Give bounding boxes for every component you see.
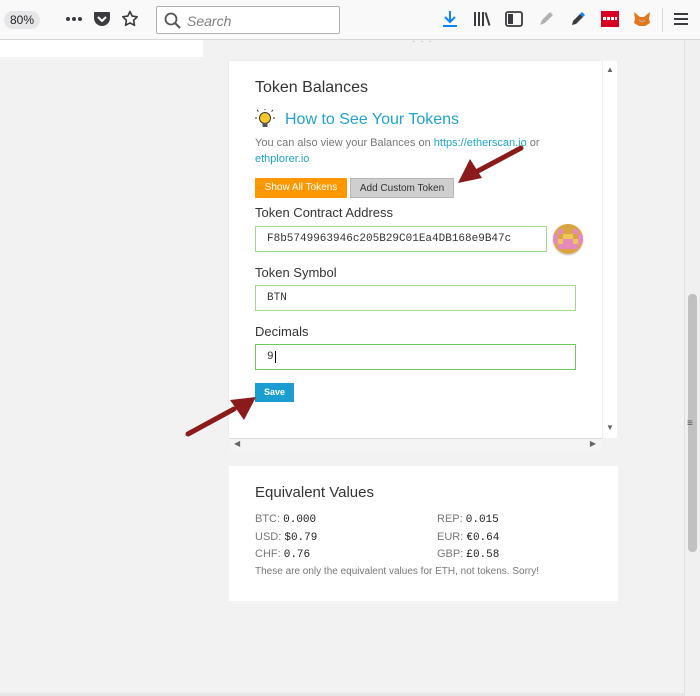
eur-value: EUR: €0.64	[437, 531, 499, 544]
equivalent-values-note: These are only the equivalent values for…	[255, 566, 540, 577]
hamburger-menu-icon[interactable]	[670, 8, 692, 30]
toolbar-separator	[662, 8, 663, 32]
scrollbar-grip-icon: ≡	[687, 418, 693, 429]
search-placeholder: Search	[187, 13, 232, 29]
rep-amount: 0.015	[465, 514, 499, 526]
info-prefix: You can also view your Balances on	[255, 137, 434, 149]
equivalent-values-title: Equivalent Values	[255, 484, 374, 501]
eyedropper-icon[interactable]	[567, 8, 589, 30]
token-symbol-label: Token Symbol	[255, 265, 337, 280]
usd-label: USD:	[255, 531, 282, 543]
token-balances-card: Token Balances How to See Your Tokens Yo…	[229, 61, 602, 438]
info-or: or	[526, 137, 540, 149]
scroll-down-arrow-icon[interactable]: ▼	[606, 423, 614, 432]
left-card-fragment	[0, 40, 203, 57]
show-all-tokens-button[interactable]: Show All Tokens	[255, 178, 347, 198]
text-cursor	[274, 351, 276, 363]
rep-label: REP:	[437, 513, 463, 525]
etherscan-link[interactable]: https://etherscan.io	[434, 137, 527, 149]
zoom-level-badge[interactable]: 80%	[4, 11, 41, 29]
chf-amount: 0.76	[283, 549, 311, 561]
page-vertical-scrollbar[interactable]: ≡	[684, 40, 700, 696]
decorative-dots: · · ·	[412, 40, 433, 47]
rep-value: REP: 0.015	[437, 513, 499, 526]
chf-label: CHF:	[255, 548, 281, 560]
equivalent-values-card: Equivalent Values BTC: 0.000 REP: 0.015 …	[229, 466, 618, 601]
decimals-input[interactable]: 9	[255, 344, 576, 370]
gbp-label: GBP:	[437, 548, 464, 560]
card-horizontal-scrollbar[interactable]: ◀ ▶	[229, 438, 602, 451]
scroll-right-arrow-icon[interactable]: ▶	[590, 439, 596, 448]
eur-amount: €0.64	[466, 532, 500, 544]
btc-label: BTC:	[255, 513, 281, 525]
browser-toolbar: 80% Search	[0, 0, 700, 40]
save-button[interactable]: Save	[255, 383, 294, 402]
more-icon[interactable]	[63, 8, 85, 30]
usd-amount: $0.79	[284, 532, 318, 544]
eur-label: EUR:	[437, 531, 464, 543]
pocket-icon[interactable]	[91, 8, 113, 30]
gbp-value: GBP: £0.58	[437, 548, 499, 561]
add-custom-token-button[interactable]: Add Custom Token	[350, 178, 454, 198]
contract-address-input[interactable]: F8b5749963946c205B29C01Ea4DB168e9B47c	[255, 226, 547, 252]
gbp-amount: £0.58	[466, 549, 500, 561]
library-icon[interactable]	[471, 8, 493, 30]
lightbulb-icon	[255, 109, 275, 127]
token-balances-title: Token Balances	[255, 79, 368, 96]
usd-value: USD: $0.79	[255, 531, 317, 544]
token-symbol-input[interactable]: BTN	[255, 285, 576, 311]
ethplorer-link[interactable]: ethplorer.io	[255, 153, 309, 165]
page-content: · · · Token Balances How to See Your Tok…	[0, 40, 684, 696]
btc-value: BTC: 0.000	[255, 513, 316, 526]
howto-row: How to See Your Tokens	[255, 109, 459, 131]
pen-icon[interactable]	[535, 8, 557, 30]
how-to-see-tokens-link[interactable]: How to See Your Tokens	[285, 111, 459, 129]
contract-address-label: Token Contract Address	[255, 205, 394, 220]
decimals-label: Decimals	[255, 324, 309, 339]
chf-value: CHF: 0.76	[255, 548, 310, 561]
search-input[interactable]: Search	[156, 6, 340, 34]
scroll-up-arrow-icon[interactable]: ▲	[606, 65, 614, 74]
btc-amount: 0.000	[283, 514, 317, 526]
identicon-avatar	[553, 224, 583, 254]
sidebar-icon[interactable]	[503, 8, 525, 30]
card-vertical-scrollbar[interactable]: ▲ ▼	[602, 61, 617, 438]
download-icon[interactable]	[439, 8, 461, 30]
metamask-fox-icon[interactable]	[631, 8, 653, 30]
decimals-value: 9	[267, 351, 274, 363]
extension-red-icon[interactable]	[599, 8, 621, 30]
search-icon	[164, 12, 181, 29]
bookmark-star-icon[interactable]	[119, 8, 141, 30]
scroll-left-arrow-icon[interactable]: ◀	[234, 439, 240, 448]
balances-info-text: You can also view your Balances on https…	[255, 135, 565, 167]
